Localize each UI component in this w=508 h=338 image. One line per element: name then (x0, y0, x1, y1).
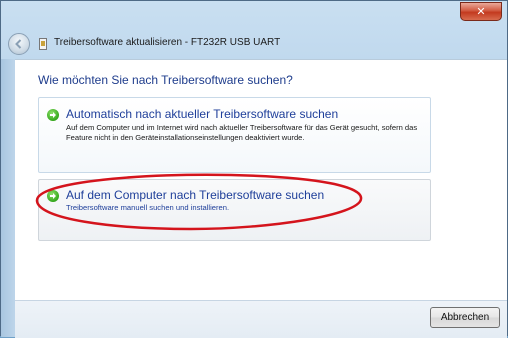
option-browse-computer[interactable]: Auf dem Computer nach Treibersoftware su… (38, 179, 431, 241)
driver-update-dialog: ✕ Treibersoftware aktualisieren - FT232R… (0, 0, 508, 338)
green-arrow-icon (47, 109, 59, 121)
option-title: Automatisch nach aktueller Treibersoftwa… (66, 107, 339, 121)
back-arrow-icon (15, 39, 22, 49)
back-button[interactable] (8, 33, 30, 55)
close-icon: ✕ (476, 5, 486, 18)
usb-device-icon (39, 38, 47, 50)
option-automatic-search[interactable]: Automatisch nach aktueller Treibersoftwa… (38, 97, 431, 173)
left-frame (1, 59, 15, 337)
page-heading: Wie möchten Sie nach Treibersoftware suc… (38, 73, 293, 87)
window-title: Treibersoftware aktualisieren - FT232R U… (54, 37, 281, 48)
option-description: Auf dem Computer und im Internet wird na… (66, 123, 418, 142)
option-title: Auf dem Computer nach Treibersoftware su… (66, 188, 325, 202)
green-arrow-icon (47, 190, 59, 202)
title-bar (1, 1, 507, 29)
close-button[interactable]: ✕ (460, 2, 502, 21)
option-description: Treibersoftware manuell suchen und insta… (66, 203, 230, 212)
cancel-button[interactable]: Abbrechen (430, 307, 500, 328)
